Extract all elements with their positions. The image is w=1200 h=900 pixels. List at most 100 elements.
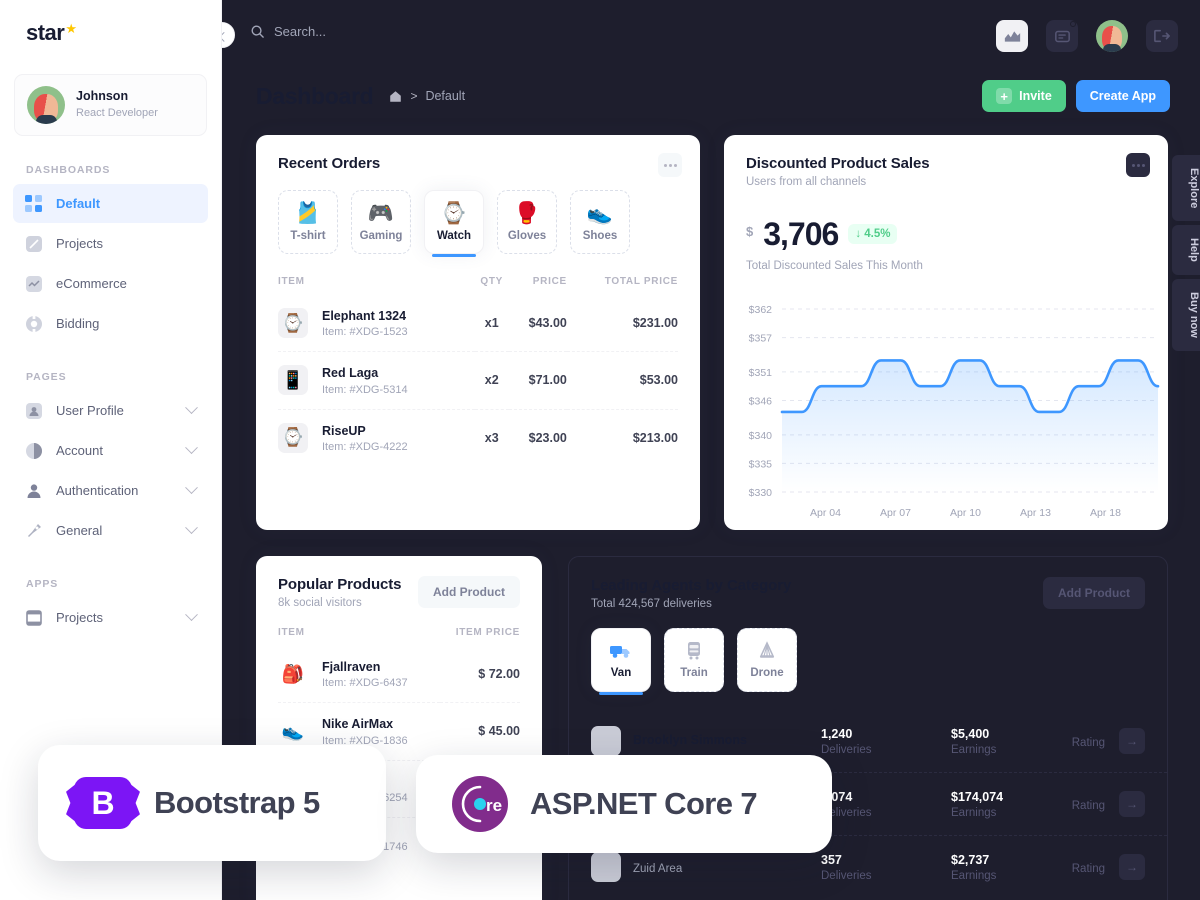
arrow-right-icon[interactable]: →: [1119, 854, 1145, 880]
topbar-icons: [996, 20, 1178, 52]
plus-icon: +: [996, 88, 1013, 104]
sidebar-user-card[interactable]: Johnson React Developer: [14, 74, 207, 136]
page-title: Dashboard: [256, 82, 374, 109]
order-tab-shoes[interactable]: 👟 Shoes: [570, 190, 630, 254]
sidebar-item-label: Authentication: [56, 483, 139, 498]
discounted-title: Discounted Product Sales: [746, 155, 930, 172]
table-row[interactable]: ⌚ RiseUP Item: #XDG-4222 x3 $23.00 $213.00: [278, 408, 678, 466]
discounted-menu-button[interactable]: [1126, 153, 1150, 177]
add-product-button[interactable]: Add Product: [418, 576, 520, 608]
pie-icon: [25, 442, 43, 460]
aspnet-core-badge[interactable]: re ASP.NET Core 7: [416, 755, 832, 853]
page-actions: + Invite Create App: [982, 80, 1170, 112]
quantity-cell: x3: [474, 408, 509, 466]
product-name: RiseUP: [322, 423, 366, 438]
product-thumbnail: ⌚: [278, 308, 308, 339]
sidebar-item-account[interactable]: Account: [13, 431, 208, 470]
sidebar-item-label: Bidding: [56, 316, 100, 331]
product-cell: 📱 Red Laga Item: #XDG-5314: [278, 351, 475, 409]
rail-tab-help[interactable]: Help: [1172, 225, 1200, 276]
product-thumbnail: 👟: [281, 720, 305, 741]
chevron-down-icon: [185, 521, 198, 535]
price-cell: $43.00: [528, 316, 567, 331]
product-sku: Item: #XDG-1523: [322, 326, 408, 339]
agent-tab-van[interactable]: Van: [591, 628, 651, 695]
search-box[interactable]: [250, 24, 474, 39]
user-name: Johnson: [76, 88, 129, 103]
sidebar-item-projects[interactable]: Projects: [13, 224, 208, 263]
notifications-glyph: [1054, 30, 1070, 42]
breadcrumb: > Default: [389, 89, 465, 103]
rail-tab-buy-now[interactable]: Buy now: [1172, 279, 1200, 352]
sidebar-item-user-profile[interactable]: User Profile: [13, 391, 208, 430]
item-price-cell: $ 45.00: [439, 702, 520, 760]
search-input[interactable]: [274, 24, 474, 39]
avatar: [591, 852, 621, 882]
bootstrap-badge[interactable]: B Bootstrap 5: [38, 745, 386, 861]
discounted-stat: $ 3,706 ↓ 4.5%: [724, 188, 1168, 250]
invite-button[interactable]: + Invite: [982, 80, 1066, 112]
deliveries-label: Deliveries: [821, 743, 872, 756]
order-tab-gaming[interactable]: 🎮 Gaming: [351, 190, 411, 254]
search-icon: [251, 25, 264, 38]
status-badge: ↓ 4.5%: [848, 224, 898, 244]
sidebar-item-projects[interactable]: Projects: [13, 598, 208, 637]
bidding-icon: [25, 314, 43, 333]
x-axis-tick-label: Apr 13: [1020, 507, 1051, 519]
sidebar-item-bidding[interactable]: Bidding: [13, 304, 208, 343]
leading-agents-add-button[interactable]: Add Product: [1043, 577, 1145, 609]
aspnet-badge-label: ASP.NET Core 7: [530, 786, 758, 821]
y-axis-tick-label: $362: [749, 304, 773, 316]
arrow-right-icon[interactable]: →: [1119, 791, 1145, 817]
discounted-header: Discounted Product Sales Users from all …: [724, 135, 1168, 188]
popular-products-title: Popular Products: [278, 576, 402, 593]
y-axis-tick-label: $346: [749, 396, 773, 408]
notifications-icon[interactable]: [1046, 20, 1078, 52]
product-name: Fjallraven: [322, 660, 381, 674]
product-sku: Item: #XDG-4222: [322, 440, 408, 453]
sidebar-item-authentication[interactable]: Authentication: [13, 471, 208, 510]
ecommerce-icon: [25, 275, 43, 293]
ellipsis-dot: [668, 163, 672, 167]
arrow-right-icon[interactable]: →: [1119, 728, 1145, 754]
x-axis-tick-label: Apr 18: [1090, 507, 1121, 519]
table-row[interactable]: ⌚ Elephant 1324 Item: #XDG-1523 x1 $43.00 $23…: [278, 295, 678, 352]
agent-tab-train[interactable]: Train: [664, 628, 724, 692]
activity-icon[interactable]: [996, 20, 1028, 52]
price-cell: $71.00: [508, 351, 567, 409]
drone-icon: [757, 641, 777, 661]
brand-logo[interactable]: star ★: [0, 0, 221, 46]
order-tab-t-shirt[interactable]: 🎽 T-shirt: [278, 190, 338, 254]
aspnet-core-glyph: re: [461, 785, 502, 823]
aspnet-core-logo: re: [452, 776, 508, 832]
order-tab-gloves[interactable]: 🥊 Gloves: [497, 190, 557, 254]
topbar: [209, 0, 1200, 70]
sidebar-item-ecommerce[interactable]: eCommerce: [13, 264, 208, 303]
avatar: [591, 726, 621, 756]
order-tab-watch[interactable]: ⌚ Watch: [424, 190, 484, 257]
table-row[interactable]: 📱 Red Laga Item: #XDG-5314 x2 $71.00 $53.00: [278, 351, 678, 409]
list-item[interactable]: 🎒 Fjallraven Item: #XDG-6437 $ 72.00: [278, 646, 520, 703]
agent-area: Zuid Area: [633, 862, 683, 875]
home-icon[interactable]: [389, 90, 402, 103]
sidebar-item-default[interactable]: Default: [13, 184, 208, 223]
chevron-down-icon: [185, 401, 198, 415]
discounted-subtitle: Users from all channels: [746, 176, 867, 188]
sidebar-item-label: Account: [56, 443, 103, 458]
topbar-avatar[interactable]: [1096, 20, 1128, 52]
sidebar-item-general[interactable]: General: [13, 511, 208, 550]
chevron-down-icon: [185, 481, 198, 495]
product-cell: ⌚ RiseUP Item: #XDG-4222: [278, 408, 475, 466]
agent-tab-drone[interactable]: Drone: [737, 628, 797, 692]
earnings-label: Earnings: [951, 743, 997, 756]
logout-icon[interactable]: [1146, 20, 1178, 52]
rating-label: Rating: [1071, 736, 1105, 749]
agent-name: Brooklyn Simmons: [633, 732, 747, 747]
recent-orders-menu-button[interactable]: [658, 153, 682, 177]
rail-tab-explore[interactable]: Explore: [1172, 155, 1200, 222]
total-price-cell: $231.00: [632, 316, 678, 331]
recent-orders-header: Recent Orders: [256, 135, 700, 172]
create-app-button[interactable]: Create App: [1075, 80, 1170, 112]
ellipsis-dot: [1131, 163, 1135, 167]
star-icon: ★: [65, 21, 78, 36]
